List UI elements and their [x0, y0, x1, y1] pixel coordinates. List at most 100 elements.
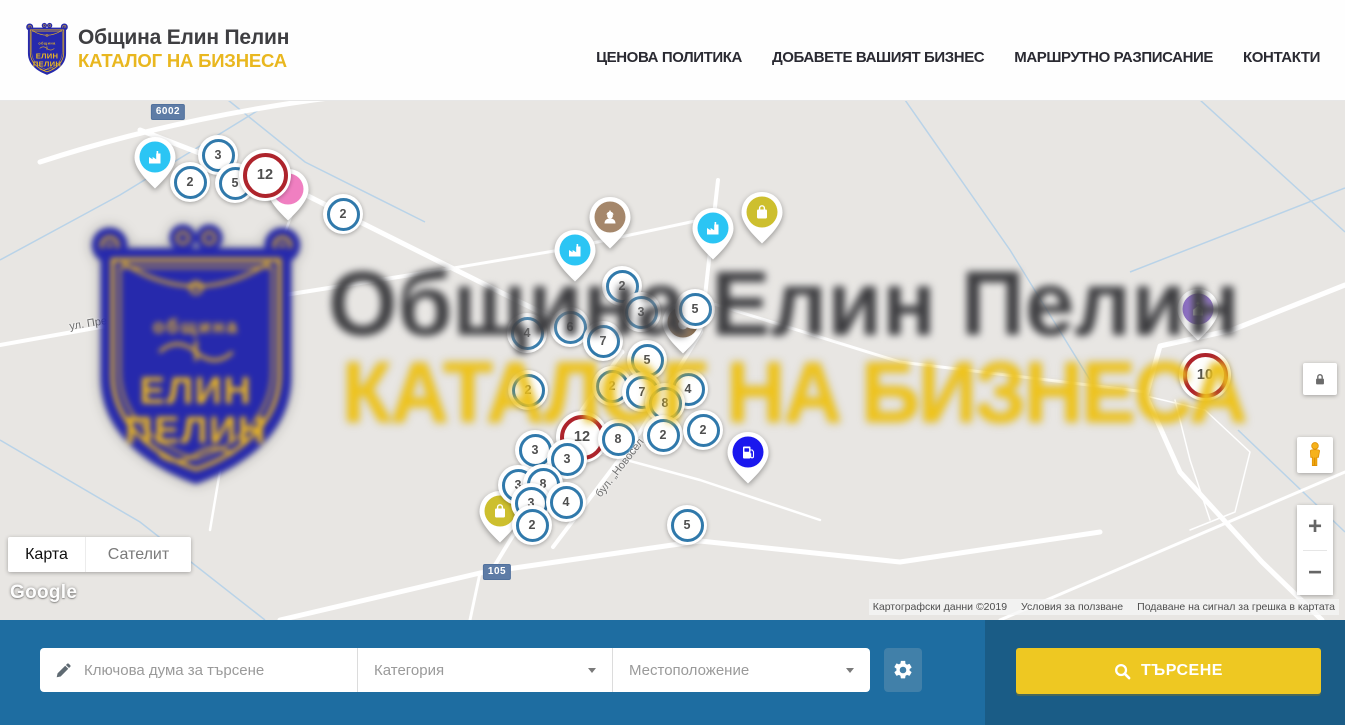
factory-pin-marker[interactable]	[691, 207, 735, 261]
nav-link-pricing[interactable]: ЦЕНОВА ПОЛИТИКА	[596, 49, 742, 66]
cluster-ring: 2	[512, 374, 545, 407]
cluster-ring: 2	[647, 419, 680, 452]
cluster-count: 12	[257, 167, 273, 183]
cluster-ring: 6	[554, 311, 587, 344]
location-select-value: Местоположение	[629, 662, 749, 679]
category-select-value: Категория	[374, 662, 444, 679]
cluster-count: 2	[187, 175, 194, 189]
cluster-count: 5	[644, 353, 651, 367]
cluster-marker[interactable]: 2	[323, 194, 363, 234]
cluster-count: 4	[685, 382, 692, 396]
cluster-ring: 3	[625, 296, 658, 329]
cluster-count: 3	[215, 148, 222, 162]
pencil-icon	[55, 662, 72, 679]
site-title: Община Елин Пелин	[78, 26, 289, 50]
map-attribution: Картографски данни ©2019 Условия за полз…	[869, 599, 1339, 615]
cluster-marker[interactable]: 2	[170, 162, 210, 202]
cluster-count: 10	[1197, 367, 1213, 383]
attribution-terms-link[interactable]: Условия за ползване	[1021, 601, 1123, 613]
church-pin-marker[interactable]	[1176, 288, 1220, 342]
cluster-ring: 4	[550, 486, 583, 519]
cluster-count: 5	[684, 518, 691, 532]
cluster-ring: 2	[174, 166, 207, 199]
cluster-ring: 10	[1183, 353, 1228, 398]
cluster-ring: 7	[587, 325, 620, 358]
map-type-satellite-button[interactable]: Сателит	[86, 537, 191, 572]
cluster-count: 3	[638, 305, 645, 319]
chevron-down-icon	[846, 668, 854, 673]
map-type-map-button[interactable]: Карта	[8, 537, 86, 572]
cluster-ring: 4	[511, 317, 544, 350]
chevron-down-icon	[588, 668, 596, 673]
nav-link-bus-schedule[interactable]: МАРШРУТНО РАЗПИСАНИЕ	[1014, 49, 1213, 66]
cluster-marker[interactable]: 4	[507, 313, 547, 353]
map-type-control: Карта Сателит	[8, 537, 191, 572]
cluster-ring: 5	[671, 509, 704, 542]
keyword-search-input[interactable]	[82, 661, 336, 680]
google-logo[interactable]: Google	[10, 582, 77, 604]
cluster-count: 4	[524, 326, 531, 340]
road-shield-label: 105	[483, 564, 511, 580]
lock-control-button[interactable]	[1303, 363, 1337, 395]
advanced-search-gear-button[interactable]	[884, 648, 922, 692]
cluster-marker[interactable]: 2	[683, 410, 723, 450]
cluster-count: 3	[532, 443, 539, 457]
svg-text:община: община	[38, 42, 56, 46]
cluster-marker[interactable]: 2	[508, 370, 548, 410]
cluster-marker[interactable]: 2	[643, 415, 683, 455]
cluster-marker[interactable]: 3	[621, 292, 661, 332]
map-markers-layer: 3251222354675227481282233383425106002105…	[0, 100, 1345, 620]
zoom-in-button[interactable]: +	[1297, 505, 1333, 550]
main-nav: ЦЕНОВА ПОЛИТИКА ДОБАВЕТЕ ВАШИЯТ БИЗНЕС М…	[596, 0, 1320, 100]
cluster-ring: 2	[516, 509, 549, 542]
fuel-pin-marker[interactable]	[726, 431, 770, 485]
header: община ЕЛИН ПЕЛИН Община Елин Пелин КАТА…	[0, 0, 1345, 101]
bag-pin-marker[interactable]	[740, 191, 784, 245]
cluster-marker[interactable]: 5	[675, 289, 715, 329]
cluster-count: 2	[660, 428, 667, 442]
search-button-label: ТЪРСЕНЕ	[1141, 662, 1223, 680]
cluster-marker[interactable]: 5	[667, 505, 707, 545]
cluster-count: 6	[567, 320, 574, 334]
cluster-marker[interactable]: 12	[239, 149, 291, 201]
search-button[interactable]: ТЪРСЕНЕ	[1016, 648, 1321, 694]
cluster-count: 5	[692, 302, 699, 316]
nav-link-contacts[interactable]: КОНТАКТИ	[1243, 49, 1320, 66]
cluster-count: 3	[564, 452, 571, 466]
cluster-count: 2	[340, 207, 347, 221]
svg-text:ПЕЛИН: ПЕЛИН	[33, 60, 61, 69]
cluster-marker[interactable]: 2	[512, 505, 552, 545]
site-subtitle: КАТАЛОГ НА БИЗНЕСА	[78, 50, 289, 72]
zoom-out-button[interactable]: −	[1297, 551, 1333, 596]
map-canvas[interactable]: 3251222354675227481282233383425106002105…	[0, 100, 1345, 620]
category-select[interactable]: Категория	[357, 648, 612, 692]
cluster-ring: 2	[687, 414, 720, 447]
cluster-count: 2	[525, 383, 532, 397]
cluster-count: 5	[232, 176, 239, 190]
gear-icon	[892, 659, 914, 681]
cluster-count: 8	[662, 396, 669, 410]
road-shield-label: 6002	[151, 104, 185, 120]
cluster-count: 2	[619, 279, 626, 293]
location-select[interactable]: Местоположение	[612, 648, 870, 692]
search-icon	[1114, 663, 1131, 680]
keyword-field[interactable]	[40, 648, 357, 692]
cluster-count: 7	[639, 385, 646, 399]
nav-link-add-business[interactable]: ДОБАВЕТЕ ВАШИЯТ БИЗНЕС	[772, 49, 984, 66]
attribution-copyright: Картографски данни ©2019	[873, 601, 1007, 613]
lock-icon	[1313, 372, 1327, 387]
cluster-ring: 5	[631, 344, 664, 377]
street-view-pegman-button[interactable]	[1297, 437, 1333, 473]
cluster-count: 2	[700, 423, 707, 437]
worker-pin-marker[interactable]	[588, 196, 632, 250]
street-name-label: ул. Преслав	[69, 311, 132, 333]
attribution-report-link[interactable]: Подаване на сигнал за грешка в картата	[1137, 601, 1335, 613]
search-fields: Категория Местоположение	[40, 648, 870, 692]
cluster-count: 7	[600, 334, 607, 348]
brand[interactable]: община ЕЛИН ПЕЛИН Община Елин Пелин КАТА…	[25, 21, 289, 77]
cluster-marker[interactable]: 7	[583, 321, 623, 361]
search-bar: Категория Местоположение ТЪРСЕНЕ	[0, 620, 1345, 725]
cluster-marker[interactable]: 10	[1179, 349, 1231, 401]
zoom-control: + −	[1297, 505, 1333, 595]
cluster-marker[interactable]: 4	[546, 482, 586, 522]
